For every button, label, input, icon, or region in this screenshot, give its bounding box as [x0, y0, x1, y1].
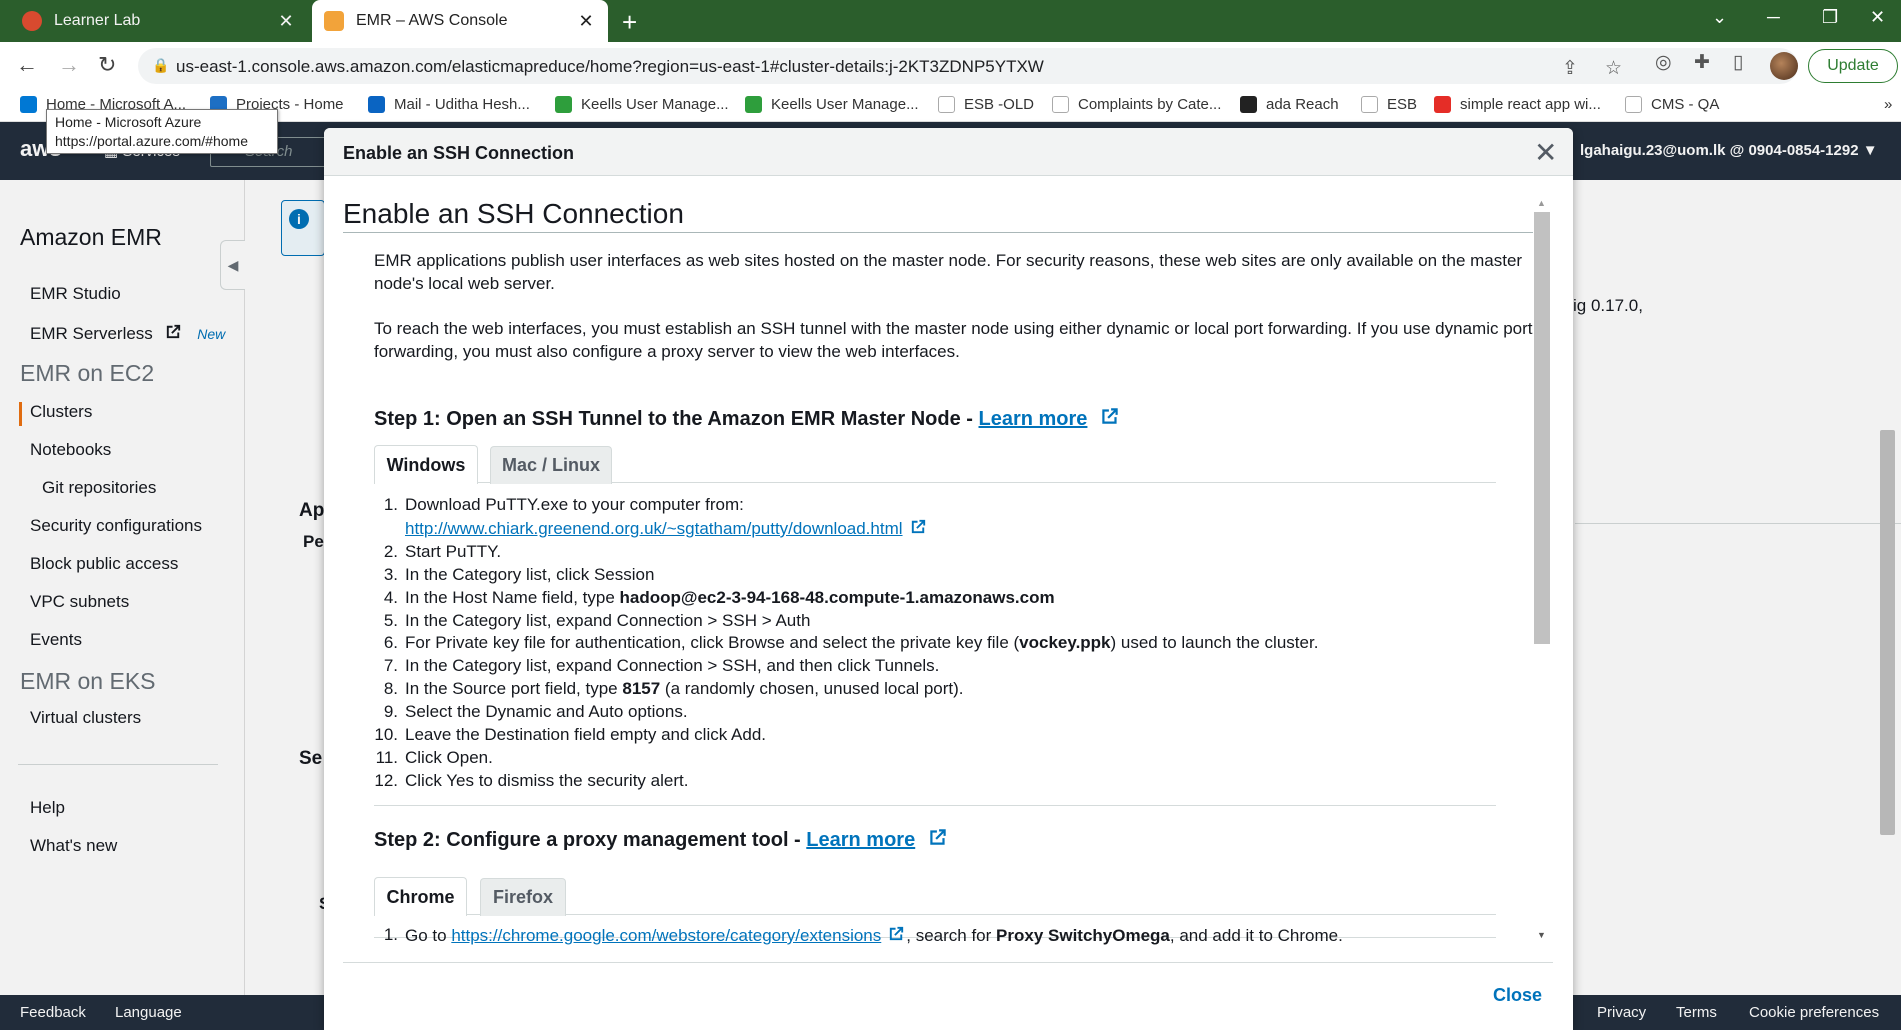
bookmark-tooltip: Home - Microsoft Azure https://portal.az… — [46, 109, 278, 154]
list-item: 1. Go to https://chrome.google.com/websto… — [383, 924, 1343, 945]
bookmark-item[interactable]: Complaints by Cate... — [1052, 96, 1221, 113]
bookmark-star-icon[interactable]: ☆ — [1605, 57, 1622, 80]
bookmark-item[interactable]: Mail - Uditha Hesh... — [368, 96, 530, 113]
bookmark-item[interactable]: Keells User Manage... — [555, 96, 729, 113]
restore-icon[interactable]: ❐ — [1822, 7, 1838, 28]
bookmark-item[interactable]: CMS - QA — [1625, 96, 1719, 113]
keells-icon — [555, 96, 572, 113]
close-button[interactable]: Close — [1493, 985, 1542, 1006]
step2-heading: Step 2: Configure a proxy management too… — [374, 826, 949, 852]
bookmark-item[interactable]: Keells User Manage... — [745, 96, 919, 113]
reload-icon[interactable]: ↻ — [98, 52, 116, 78]
address-bar-row: ← → ↻ 🔒 us-east-1.console.aws.amazon.com… — [0, 42, 1901, 90]
browser-tabstrip: Learner Lab ✕ EMR – AWS Console ✕ + ⌄ ─ … — [0, 0, 1901, 42]
bookmark-item[interactable]: ada Reach — [1240, 96, 1339, 113]
share-icon[interactable]: ⇪ — [1562, 57, 1578, 80]
bookmark-item[interactable]: simple react app wi... — [1434, 96, 1601, 113]
tab-search-chevron-icon[interactable]: ⌄ — [1712, 7, 1727, 28]
browser-tabs: Chrome Firefox — [374, 877, 1496, 916]
update-button[interactable]: Update — [1808, 49, 1898, 83]
aws-favicon-icon — [324, 11, 344, 31]
profile-avatar[interactable] — [1770, 52, 1798, 80]
modal-footer: Close — [343, 962, 1553, 1030]
external-link-icon[interactable] — [927, 826, 949, 848]
lock-icon: 🔒 — [152, 57, 170, 73]
external-link-icon[interactable] — [887, 924, 906, 943]
chrome-steps-list: 1. Go to https://chrome.google.com/websto… — [383, 924, 1343, 948]
puzzle-icon[interactable]: ✚ — [1694, 51, 1710, 74]
tab-chrome[interactable]: Chrome — [374, 877, 467, 916]
page-icon — [1052, 96, 1069, 113]
bookmark-item[interactable]: ESB — [1361, 96, 1417, 113]
azure-icon — [20, 96, 37, 113]
learner-lab-favicon-icon — [22, 11, 42, 31]
learn-more-link[interactable]: Learn more — [806, 829, 915, 851]
chrome-webstore-link[interactable]: https://chrome.google.com/webstore/categ… — [451, 926, 881, 945]
modal-header: Enable an SSH Connection ✕ — [324, 128, 1573, 176]
tab-emr-console[interactable]: EMR – AWS Console ✕ — [312, 0, 608, 42]
side-panel-icon[interactable]: ▯ — [1733, 51, 1743, 74]
url-text: us-east-1.console.aws.amazon.com/elastic… — [176, 57, 1044, 76]
new-tab-icon[interactable]: + — [622, 7, 637, 38]
ada-icon — [1240, 96, 1257, 113]
bookmark-item[interactable]: ESB -OLD — [938, 96, 1034, 113]
youtube-icon — [1434, 96, 1451, 113]
close-tab-icon[interactable]: ✕ — [276, 11, 296, 32]
tooltip-url: https://portal.azure.com/#home — [55, 133, 248, 149]
proxy-extension-name: Proxy SwitchyOmega — [996, 926, 1170, 945]
tab-firefox[interactable]: Firefox — [480, 878, 566, 916]
outlook-icon — [368, 96, 385, 113]
back-icon[interactable]: ← — [16, 52, 38, 78]
tab-title: Learner Lab — [54, 12, 141, 29]
page-icon — [1361, 96, 1378, 113]
modal-body-continued: Step 2: Configure a proxy management too… — [343, 176, 1553, 962]
tab-title: EMR – AWS Console — [356, 12, 508, 29]
section-divider — [374, 805, 1496, 806]
tooltip-title: Home - Microsoft Azure — [55, 114, 202, 130]
more-bookmarks-icon[interactable]: » — [1884, 96, 1892, 113]
window-close-icon[interactable]: ✕ — [1870, 7, 1885, 28]
keells-icon — [745, 96, 762, 113]
extension-icon[interactable]: ◎ — [1655, 51, 1672, 74]
bookmarks-bar: Home - Microsoft A... Projects - Home Ma… — [0, 90, 1901, 122]
minimize-icon[interactable]: ─ — [1767, 7, 1780, 28]
close-tab-icon[interactable]: ✕ — [576, 11, 596, 32]
close-icon[interactable]: ✕ — [1534, 136, 1557, 169]
tab-learner-lab[interactable]: Learner Lab ✕ — [10, 0, 308, 42]
page-icon — [1625, 96, 1642, 113]
url-field[interactable]: 🔒 us-east-1.console.aws.amazon.com/elast… — [138, 48, 1798, 84]
forward-icon[interactable]: → — [58, 52, 80, 78]
modal-header-title: Enable an SSH Connection — [343, 143, 575, 163]
page-icon — [938, 96, 955, 113]
